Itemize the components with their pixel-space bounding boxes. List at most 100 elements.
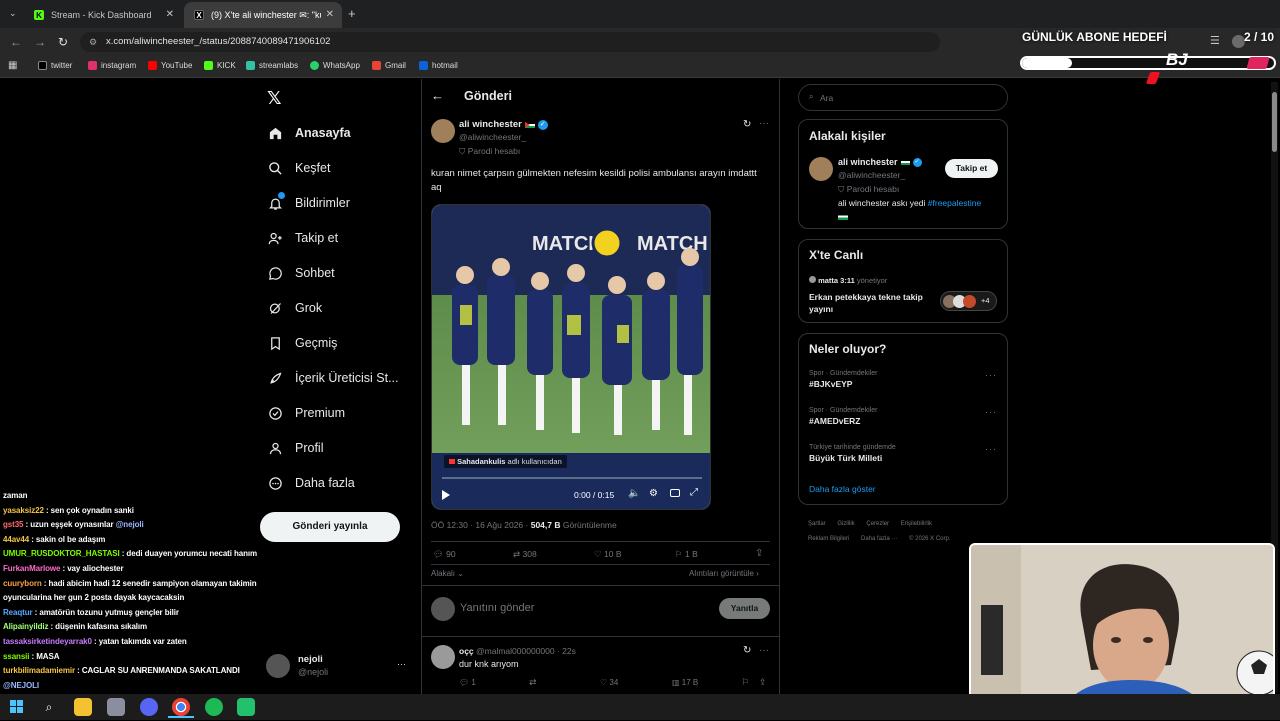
follow-button[interactable]: Takip et <box>945 159 998 178</box>
sidebar-item-profile[interactable]: Profil <box>267 436 323 460</box>
close-tab-icon[interactable]: ✕ <box>166 9 174 20</box>
avatar[interactable] <box>809 157 833 181</box>
repost-icon[interactable]: ⇄ <box>529 677 537 688</box>
sidebar-item-bookmarks[interactable]: Geçmiş <box>267 331 337 355</box>
trend-item[interactable]: Türkiye tarihinde gündemde Büyük Türk Mi… <box>809 444 999 463</box>
reply-button[interactable]: Yanıtla <box>719 598 770 619</box>
sidebar-item-home[interactable]: Anasayfa <box>267 121 351 145</box>
footer-link[interactable]: Daha fazla ··· <box>861 536 897 542</box>
like-action[interactable]: ♡ 10 B <box>594 549 622 560</box>
apps-grid-icon[interactable]: ▦ <box>8 60 17 71</box>
footer-link[interactable]: Şartlar <box>808 521 826 527</box>
bookmark-action[interactable]: ⚐ 1 B <box>675 549 698 560</box>
chrome-icon[interactable] <box>172 698 190 716</box>
back-icon[interactable]: ← <box>10 35 22 49</box>
grok-explain-icon[interactable]: ↻ <box>743 119 751 130</box>
app-icon[interactable] <box>107 698 125 716</box>
reply-input[interactable]: Yanıtını gönder <box>460 602 700 614</box>
sidebar-item-chat[interactable]: Sohbet <box>267 261 335 285</box>
post-timestamp[interactable]: ÖÖ 12:30 · 16 Ağu 2026 · <box>431 520 528 530</box>
reply-sort-dropdown[interactable]: Alakalı ⌄ <box>431 569 464 578</box>
repost-action[interactable]: ⇄ 308 <box>513 549 537 560</box>
show-more-link[interactable]: Daha fazla göster <box>809 484 876 494</box>
new-tab-button[interactable]: + <box>348 6 356 21</box>
bookmark-whatsapp[interactable]: WhatsApp <box>310 61 360 70</box>
bookmark-hotmail[interactable]: hotmail <box>419 61 458 70</box>
x-logo-icon[interactable]: 𝕏 <box>267 88 282 109</box>
sidebar-item-premium[interactable]: Premium <box>267 401 345 425</box>
sidebar-item-grok[interactable]: Grok <box>267 296 322 320</box>
post-button[interactable]: Gönderi yayınla <box>260 512 400 542</box>
share-icon[interactable]: ⇪ <box>759 677 767 688</box>
back-arrow-icon[interactable]: ← <box>431 88 444 103</box>
trend-more-icon[interactable]: ··· <box>985 407 997 417</box>
volume-icon[interactable]: 🔈 <box>628 488 640 499</box>
account-more-icon[interactable]: ··· <box>397 659 406 669</box>
reply-avatar[interactable] <box>431 645 455 669</box>
bookmark-instagram[interactable]: instagram <box>88 61 136 70</box>
person-name-row[interactable]: ali winchester ✓ <box>838 157 922 167</box>
search-icon[interactable]: ⌕ <box>40 698 58 716</box>
bookmark-gmail[interactable]: Gmail <box>372 61 406 70</box>
start-windows-icon[interactable] <box>8 698 26 716</box>
close-tab-icon[interactable]: ✕ <box>326 9 334 20</box>
play-icon[interactable] <box>442 490 450 500</box>
trend-more-icon[interactable]: ··· <box>985 444 997 454</box>
author-handle[interactable]: @aliwincheester_ <box>459 132 526 142</box>
bookmark-kick[interactable]: KICK <box>204 61 236 70</box>
reply-more-icon[interactable]: ··· <box>759 645 769 656</box>
sidebar-item-creator-studio[interactable]: İçerik Üreticisi St... <box>267 366 399 390</box>
author-avatar[interactable] <box>431 119 455 143</box>
reload-icon[interactable]: ↻ <box>58 35 68 49</box>
video-progress-bar[interactable] <box>442 477 702 479</box>
view-quotes-link[interactable]: Alıntıları görüntüle › <box>689 569 759 578</box>
sidebar-item-follow[interactable]: Takip et <box>267 226 338 250</box>
bookmark-youtube[interactable]: YouTube <box>148 61 192 70</box>
share-icon[interactable]: ⇪ <box>755 548 763 559</box>
author-name-row[interactable]: ali winchester ✓ <box>459 119 548 130</box>
sidebar-item-notifications[interactable]: Bildirimler <box>267 191 350 215</box>
account-switcher[interactable]: nejoli @nejoli ··· <box>266 652 411 682</box>
search-input[interactable]: Ara <box>820 93 833 103</box>
pip-icon[interactable] <box>670 489 680 497</box>
site-info-icon[interactable]: ⚙ <box>89 37 97 48</box>
reply-author-name[interactable]: oçç <box>459 646 474 656</box>
discord-icon[interactable] <box>140 698 158 716</box>
live-space-title[interactable]: Erkan petekkaya tekne takip yayını <box>809 291 924 315</box>
bookmark-icon[interactable]: ⚐ <box>741 677 749 688</box>
footer-link[interactable]: Gizlilik <box>837 521 854 527</box>
settings-icon[interactable]: ⚙ <box>649 488 658 499</box>
extensions-icon[interactable]: ☰ <box>1210 34 1220 47</box>
tab-kick-dashboard[interactable]: K Stream - Kick Dashboard ✕ <box>24 2 182 28</box>
forward-icon[interactable]: → <box>34 35 46 49</box>
video-player[interactable]: MATCH MATCH Sahadankulis adlı kullanıcıd… <box>431 204 711 510</box>
reply-reply-action[interactable]: 💬︎ 1 <box>459 678 476 687</box>
live-listeners[interactable]: +4 <box>940 291 997 311</box>
hashtag-link[interactable]: #freepalestine <box>928 198 981 208</box>
url-input[interactable]: x.com/aliwincheester_/status/20887400894… <box>80 32 940 52</box>
footer-link[interactable]: Reklam Bilgileri <box>808 536 849 542</box>
grok-explain-icon[interactable]: ↻ <box>743 645 751 656</box>
search-box[interactable]: ⌕ Ara <box>798 84 1008 111</box>
tab-search-icon[interactable]: ⌄ <box>9 8 17 19</box>
tab-x-post[interactable]: X (9) X'te ali winchester ✉: "kuran ✕ <box>184 2 342 28</box>
scrollbar-thumb[interactable] <box>1272 92 1277 152</box>
bookmark-streamlabs[interactable]: streamlabs <box>246 61 298 70</box>
app-icon[interactable] <box>237 698 255 716</box>
trend-item[interactable]: Spor · Gündemdekiler #BJKvEYP <box>809 370 999 389</box>
file-explorer-icon[interactable] <box>74 698 92 716</box>
reply-views-action[interactable]: ▥ 17 B <box>672 678 698 687</box>
trend-item[interactable]: Spor · Gündemdekiler #AMEDvERZ <box>809 407 999 426</box>
reply-like-action[interactable]: ♡ 34 <box>600 678 618 687</box>
bookmark-twitter[interactable]: twitter <box>38 61 72 70</box>
reply-action[interactable]: 💬︎ 90 <box>433 549 456 560</box>
post-more-icon[interactable]: ··· <box>759 118 769 129</box>
footer-link[interactable]: Erişilebilirlik <box>901 521 932 527</box>
fullscreen-icon[interactable]: ⤢ <box>690 487 698 498</box>
trend-more-icon[interactable]: ··· <box>985 370 997 380</box>
sidebar-item-more[interactable]: Daha fazla <box>267 471 355 495</box>
reply-author-handle[interactable]: @malmal000000000 · 22s <box>476 646 576 656</box>
sidebar-item-explore[interactable]: Keşfet <box>267 156 330 180</box>
footer-link[interactable]: Çerezler <box>866 521 889 527</box>
spotify-icon[interactable] <box>205 698 223 716</box>
